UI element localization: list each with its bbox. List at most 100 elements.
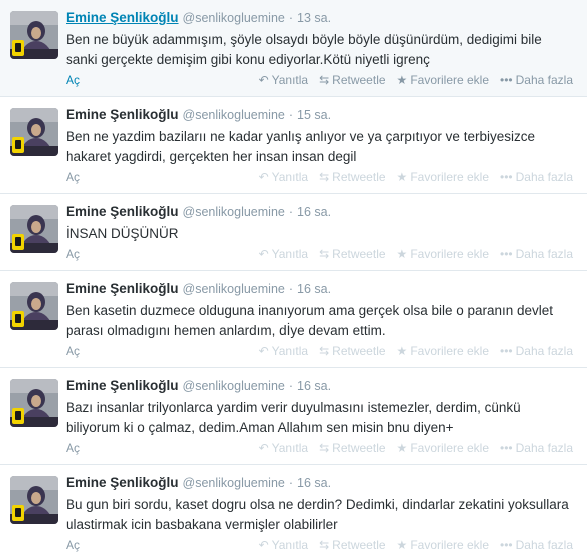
favorite-button[interactable]: ★ Favorilere ekle	[397, 73, 489, 87]
reply-button[interactable]: ↶ Yanıtla	[259, 170, 309, 184]
tweet-footer: Aç ↶ Yanıtla ⇆ Retweetle ★ Favorilere ek…	[66, 70, 575, 96]
timestamp-link[interactable]: 13 sa.	[297, 11, 331, 25]
reply-icon: ↶	[258, 247, 269, 261]
tweet[interactable]: Emine Şenlikoğlu @senlikogluemine · 16 s…	[0, 194, 587, 271]
avatar[interactable]	[10, 11, 58, 59]
tweet-text: Ben ne yazdim bazilarıı ne kadar yanlış …	[66, 129, 535, 164]
username[interactable]: @senlikogluemine	[183, 379, 285, 393]
favorite-button[interactable]: ★ Favorilere ekle	[397, 538, 489, 552]
username[interactable]: @senlikogluemine	[183, 108, 285, 122]
favorite-button[interactable]: ★ Favorilere ekle	[397, 344, 489, 358]
tweet[interactable]: Emine Şenlikoğlu @senlikogluemine · 16 s…	[0, 368, 587, 465]
favorite-button[interactable]: ★ Favorilere ekle	[397, 170, 489, 184]
favorite-label: Favorilere ekle	[410, 344, 490, 358]
tweet-header: Emine Şenlikoğlu @senlikogluemine · 16 s…	[66, 378, 575, 396]
tweet-actions: ↶ Yanıtla ⇆ Retweetle ★ Favorilere ekle …	[248, 247, 573, 261]
avatar[interactable]	[10, 205, 58, 253]
avatar-image	[10, 476, 58, 524]
retweet-icon: ⇆	[319, 441, 330, 455]
fullname[interactable]: Emine Şenlikoğlu	[66, 281, 179, 296]
timestamp-link[interactable]: 16 sa.	[297, 379, 331, 393]
more-label: Daha fazla	[515, 170, 573, 184]
separator-dot: ·	[288, 205, 294, 219]
retweet-button[interactable]: ⇆ Retweetle	[319, 170, 385, 184]
username[interactable]: @senlikogluemine	[183, 11, 285, 25]
username[interactable]: @senlikogluemine	[183, 205, 285, 219]
tweet-footer: Aç ↶ Yanıtla ⇆ Retweetle ★ Favorilere ek…	[66, 167, 575, 193]
tweet-timeline: Emine Şenlikoğlu @senlikogluemine · 13 s…	[0, 0, 587, 558]
avatar-image	[10, 108, 58, 156]
reply-button[interactable]: ↶ Yanıtla	[259, 247, 309, 261]
expand-link[interactable]: Aç	[66, 247, 80, 261]
reply-icon: ↶	[258, 441, 269, 455]
retweet-button[interactable]: ⇆ Retweetle	[319, 73, 385, 87]
favorite-button[interactable]: ★ Favorilere ekle	[397, 247, 489, 261]
tweet[interactable]: Emine Şenlikoğlu @senlikogluemine · 13 s…	[0, 0, 587, 97]
reply-label: Yanıtla	[271, 344, 309, 358]
timestamp-link[interactable]: 15 sa.	[297, 108, 331, 122]
more-button[interactable]: ••• Daha fazla	[500, 344, 573, 358]
expand-link[interactable]: Aç	[66, 170, 80, 184]
separator-dot: ·	[288, 379, 294, 393]
expand-link[interactable]: Aç	[66, 344, 80, 358]
username[interactable]: @senlikogluemine	[183, 476, 285, 490]
avatar[interactable]	[10, 379, 58, 427]
more-label: Daha fazla	[515, 441, 573, 455]
more-dots-icon: •••	[500, 344, 513, 358]
fullname[interactable]: Emine Şenlikoğlu	[66, 378, 179, 393]
reply-button[interactable]: ↶ Yanıtla	[259, 344, 309, 358]
tweet[interactable]: Emine Şenlikoğlu @senlikogluemine · 15 s…	[0, 97, 587, 194]
more-button[interactable]: ••• Daha fazla	[500, 441, 573, 455]
more-dots-icon: •••	[500, 73, 513, 87]
avatar[interactable]	[10, 108, 58, 156]
expand-link[interactable]: Aç	[66, 73, 80, 87]
avatar-image	[10, 11, 58, 59]
retweet-label: Retweetle	[332, 344, 386, 358]
separator-dot: ·	[288, 108, 294, 122]
retweet-button[interactable]: ⇆ Retweetle	[319, 247, 385, 261]
avatar[interactable]	[10, 476, 58, 524]
star-icon: ★	[396, 170, 408, 184]
tweet-text: Bu gun biri sordu, kaset dogru olsa ne d…	[66, 497, 569, 532]
reply-button[interactable]: ↶ Yanıtla	[259, 73, 309, 87]
expand-link[interactable]: Aç	[66, 538, 80, 552]
retweet-button[interactable]: ⇆ Retweetle	[319, 344, 385, 358]
reply-label: Yanıtla	[271, 170, 309, 184]
fullname[interactable]: Emine Şenlikoğlu	[66, 204, 179, 219]
star-icon: ★	[396, 73, 408, 87]
tweet[interactable]: Emine Şenlikoğlu @senlikogluemine · 16 s…	[0, 465, 587, 558]
more-label: Daha fazla	[515, 538, 573, 552]
tweet-text: Ben ne büyük adammışım, şöyle olsaydı bö…	[66, 32, 542, 67]
fullname[interactable]: Emine Şenlikoğlu	[66, 107, 179, 122]
tweet[interactable]: Emine Şenlikoğlu @senlikogluemine · 16 s…	[0, 271, 587, 368]
retweet-icon: ⇆	[319, 73, 330, 87]
favorite-button[interactable]: ★ Favorilere ekle	[397, 441, 489, 455]
username[interactable]: @senlikogluemine	[183, 282, 285, 296]
reply-button[interactable]: ↶ Yanıtla	[259, 441, 309, 455]
avatar-image	[10, 379, 58, 427]
tweet-actions: ↶ Yanıtla ⇆ Retweetle ★ Favorilere ekle …	[248, 441, 573, 455]
retweet-button[interactable]: ⇆ Retweetle	[319, 441, 385, 455]
avatar-image	[10, 205, 58, 253]
reply-icon: ↶	[258, 344, 269, 358]
avatar[interactable]	[10, 282, 58, 330]
more-button[interactable]: ••• Daha fazla	[500, 538, 573, 552]
fullname[interactable]: Emine Şenlikoğlu	[66, 475, 179, 490]
tweet-text: Bazı insanlar trilyonlarca yardim verir …	[66, 400, 521, 435]
more-button[interactable]: ••• Daha fazla	[500, 170, 573, 184]
retweet-label: Retweetle	[332, 538, 386, 552]
fullname[interactable]: Emine Şenlikoğlu	[66, 10, 179, 25]
timestamp-link[interactable]: 16 sa.	[297, 282, 331, 296]
timestamp-link[interactable]: 16 sa.	[297, 476, 331, 490]
timestamp-link[interactable]: 16 sa.	[297, 205, 331, 219]
retweet-button[interactable]: ⇆ Retweetle	[319, 538, 385, 552]
reply-icon: ↶	[258, 170, 269, 184]
reply-button[interactable]: ↶ Yanıtla	[259, 538, 309, 552]
more-button[interactable]: ••• Daha fazla	[500, 73, 573, 87]
retweet-label: Retweetle	[332, 73, 386, 87]
favorite-label: Favorilere ekle	[410, 441, 490, 455]
favorite-label: Favorilere ekle	[410, 73, 490, 87]
tweet-footer: Aç ↶ Yanıtla ⇆ Retweetle ★ Favorilere ek…	[66, 244, 575, 270]
expand-link[interactable]: Aç	[66, 441, 80, 455]
more-button[interactable]: ••• Daha fazla	[500, 247, 573, 261]
